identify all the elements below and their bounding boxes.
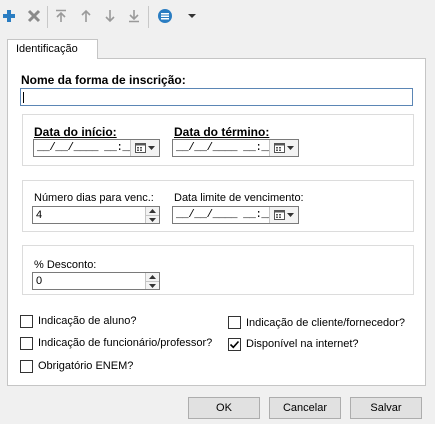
plus-icon[interactable]: [1, 8, 17, 24]
spin-up-icon[interactable]: [146, 273, 159, 281]
list-circle-icon[interactable]: [157, 8, 173, 24]
aluno-checkbox[interactable]: [20, 315, 33, 328]
text-caret: [23, 92, 24, 103]
spin-buttons[interactable]: [145, 273, 159, 289]
enem-checkbox[interactable]: [20, 360, 33, 373]
arrow-top-icon[interactable]: [53, 8, 69, 24]
calendar-dropdown-button[interactable]: [130, 140, 159, 156]
chevron-down-icon: [148, 145, 155, 150]
data-termino-input[interactable]: __/__/____ __:__: [172, 139, 299, 157]
chevron-down-icon: [287, 212, 294, 217]
calendar-icon: [274, 210, 285, 220]
calendar-dropdown-button[interactable]: [269, 140, 298, 156]
nome-label: Nome da forma de inscrição:: [21, 73, 186, 87]
desconto-spinner[interactable]: 0: [32, 272, 160, 290]
arrow-up-icon[interactable]: [78, 8, 94, 24]
x-icon[interactable]: [26, 8, 42, 24]
calendar-icon: [274, 143, 285, 153]
checkmark-icon: [229, 340, 240, 349]
spin-up-icon[interactable]: [146, 207, 159, 215]
toolbar: [0, 0, 435, 34]
arrow-down-icon[interactable]: [102, 8, 118, 24]
internet-checkbox[interactable]: [228, 338, 241, 351]
cancel-button[interactable]: Cancelar: [269, 397, 341, 419]
data-inicio-input[interactable]: __/__/____ __:__: [33, 139, 160, 157]
data-limite-label: Data limite de vencimento:: [174, 192, 304, 204]
internet-checkbox-label[interactable]: Disponível na internet?: [246, 338, 359, 350]
cliente-checkbox[interactable]: [228, 316, 241, 329]
cliente-checkbox-label[interactable]: Indicação de cliente/fornecedor?: [246, 317, 405, 329]
data-termino-label: Data do término:: [174, 125, 270, 139]
arrow-bottom-icon[interactable]: [126, 8, 142, 24]
aluno-checkbox-label[interactable]: Indicação de aluno?: [38, 315, 136, 327]
ok-button[interactable]: OK: [188, 397, 260, 419]
desconto-label: % Desconto:: [34, 259, 97, 271]
chevron-down-icon: [287, 145, 294, 150]
tab-identificacao[interactable]: Identificação: [7, 39, 98, 59]
dropdown-arrow-icon[interactable]: [184, 8, 200, 24]
calendar-dropdown-button[interactable]: [269, 207, 298, 223]
data-inicio-label: Data do início:: [34, 125, 117, 139]
save-button[interactable]: Salvar: [350, 397, 422, 419]
funcionario-checkbox[interactable]: [20, 337, 33, 350]
numero-dias-spinner[interactable]: 4: [32, 206, 160, 224]
data-limite-input[interactable]: __/__/____ __:__: [172, 206, 299, 224]
toolbar-separator: [47, 6, 48, 28]
spin-down-icon[interactable]: [146, 215, 159, 223]
spin-down-icon[interactable]: [146, 281, 159, 289]
nome-input[interactable]: [20, 88, 413, 106]
toolbar-separator: [148, 6, 149, 28]
funcionario-checkbox-label[interactable]: Indicação de funcionário/professor?: [38, 337, 212, 349]
enem-checkbox-label[interactable]: Obrigatório ENEM?: [38, 360, 133, 372]
calendar-icon: [135, 143, 146, 153]
numero-dias-label: Número dias para venc.:: [34, 192, 154, 204]
tab-label: Identificação: [16, 43, 78, 55]
spin-buttons[interactable]: [145, 207, 159, 223]
